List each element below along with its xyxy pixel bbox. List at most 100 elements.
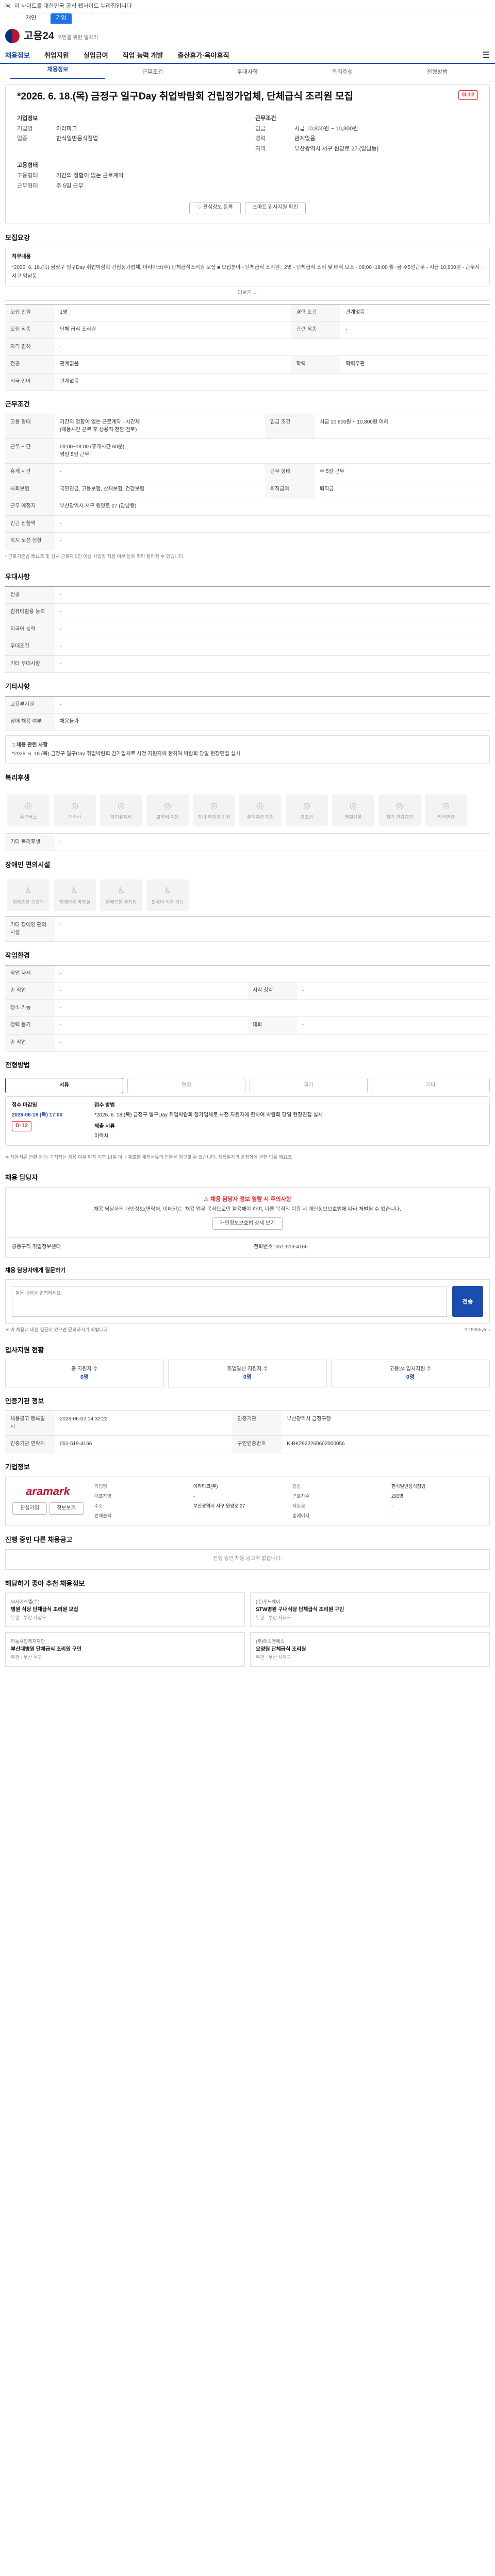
section-title: 채용 담당자 <box>5 1174 38 1182</box>
row-label: 모집 직종 <box>5 321 55 339</box>
stat-value: 0명 <box>80 1374 89 1380</box>
row-label: 기타 우대사항 <box>5 655 55 673</box>
interest-company-button[interactable]: 관심기업 <box>12 1502 47 1515</box>
welfare-label: 정기 건강검진 <box>386 814 414 820</box>
site-logo[interactable]: 고용24 국민을 위한 일자리 <box>24 29 98 44</box>
method-tab[interactable]: 면접 <box>127 1078 245 1094</box>
method-tab[interactable]: 기타 <box>372 1078 490 1094</box>
smart-apply-button[interactable]: 스마트 입사지원 확인 <box>244 201 306 214</box>
table-row: 우대조건 - <box>5 638 490 656</box>
rec-company: 씨지에스엘(주) <box>11 1599 40 1605</box>
info-value: - <box>193 1513 195 1518</box>
company-info-button[interactable]: 정보보기 <box>49 1502 84 1515</box>
method-tab[interactable]: 필기 <box>250 1078 368 1094</box>
table-row: 근무 시간 09:00~18:00 (휴게시간 60분) 평일 5일 근무 <box>5 438 490 464</box>
table-row: 손 작업 - <box>5 1034 490 1052</box>
row-value: - <box>297 1016 490 1035</box>
row-value: - <box>55 999 490 1018</box>
interest-button[interactable]: ♡ 관심정보 등록 <box>189 201 241 214</box>
nav-item[interactable]: 취업지원 <box>44 51 69 61</box>
recommend-item[interactable]: 하늘사랑복지재단 부산대병원 단체급식 조리원 구인 무관 · 부산 서구 <box>5 1632 245 1667</box>
row-label: 구인인증번호 <box>232 1435 282 1453</box>
row-value: - <box>55 621 490 639</box>
inquiry-input[interactable] <box>12 1286 447 1317</box>
info-value: - <box>193 1493 195 1499</box>
row-label: 시각 청각 <box>248 982 297 1000</box>
privacy-view-button[interactable]: 개인정보보호법 상세 보기 <box>212 1217 283 1230</box>
flag-icon: 🇰🇷 <box>4 3 11 9</box>
rec-company: (주)에스앤에스 <box>256 1639 285 1645</box>
menu-icon[interactable]: ☰ <box>483 49 490 61</box>
recommend-item[interactable]: (주)푸드웨어 STW병원 구내식당 단체급식 조리원 구인 무관 · 부산 사하구 <box>250 1592 490 1628</box>
main-nav: 채용정보 취업지원 실업급여 직업 능력 개발 출산휴가·육아휴직 ☰ <box>0 48 495 64</box>
tab-individual[interactable]: 개인 <box>21 13 41 24</box>
row-value: K-BK2922260602000056 <box>282 1435 490 1453</box>
section-tabs: 채용정보 근무조건 우대사항 복리후생 전형방법 <box>0 64 495 81</box>
recommend-item[interactable]: (주)에스앤에스 요양원 단체급식 조리원무관 · 부산 사하구 <box>250 1632 490 1667</box>
info-label: 연매출액 <box>94 1513 112 1518</box>
recommend-list: 씨지에스엘(주) 병원 식당 단체급식 조리원 모집 무관 · 부산 사상구 (주)푸… <box>5 1592 490 1667</box>
section-tab[interactable]: 복리후생 <box>295 69 390 77</box>
section-tab[interactable]: 우대사항 <box>200 69 295 77</box>
rec-title: 부산대병원 단체급식 조리원 구인 <box>11 1646 82 1652</box>
section-title: 전형방법 <box>5 1061 30 1070</box>
row-label: 손 작업 <box>5 982 55 1000</box>
info-label: 주소 <box>94 1503 103 1509</box>
welfare-label: 차량유지비 <box>110 814 132 820</box>
row-label: 자격 면허 <box>5 338 55 357</box>
table-row: 근무 예정지 부산광역시 서구 원양로 27 (암남동) <box>5 498 490 516</box>
row-value: - <box>55 965 490 983</box>
row-value: 1명 <box>55 304 291 322</box>
stat-item: 고용24 입사지원 수 0명 <box>331 1360 490 1388</box>
welfare-item: ◎ 교육비 지원 <box>146 794 189 826</box>
row-label: 근무 시간 <box>5 438 55 464</box>
nav-item[interactable]: 출산휴가·육아휴직 <box>178 51 229 61</box>
section-tab[interactable]: 근무조건 <box>105 69 200 77</box>
row-label: 외국 언어 <box>5 373 55 391</box>
section-tab[interactable]: 전형방법 <box>390 69 485 77</box>
info-value: - <box>391 1503 393 1509</box>
recruit-notice: □ 채용 관련 사항 *2026. 6. 18.(목) 금정구 일구Day 취업… <box>5 735 490 764</box>
table-row: 자격 면허 - <box>5 338 490 357</box>
welfare-label: 퇴직연금 <box>437 814 455 820</box>
section-title: 복리후생 <box>5 773 30 782</box>
recommend-item[interactable]: 씨지에스엘(주) 병원 식당 단체급식 조리원 모집 무관 · 부산 사상구 <box>5 1592 245 1628</box>
more-button[interactable]: 더보기 ⌄ <box>5 286 490 301</box>
rec-title: 요양원 단체급식 조리원 <box>256 1646 306 1652</box>
logo-icon[interactable] <box>5 29 20 43</box>
method-tab[interactable]: 서류 <box>5 1078 123 1094</box>
section-title: 인증기관 정보 <box>5 1397 44 1405</box>
facility-label: 장애인용 승강기 <box>12 900 44 905</box>
nav-item[interactable]: 채용정보 <box>5 51 30 61</box>
row-label: 근무 예정지 <box>5 498 55 516</box>
row-label: 모집 인원 <box>5 304 55 322</box>
welfare-icon: ◎ <box>257 801 264 810</box>
row-value: - <box>55 603 490 621</box>
nav-item[interactable]: 직업 능력 개발 <box>123 51 163 61</box>
section-title: 기업정보 <box>5 1463 30 1471</box>
welfare-item: ◎ 경조금 <box>286 794 328 826</box>
section-tab[interactable]: 채용정보 <box>10 66 105 79</box>
manager-box: ⚠ 채용 담당자 정보 열람 시 주의사항 채용 담당자의 개인정보(연락처, … <box>5 1187 490 1238</box>
table-row: 모집 직종 단체 급식 조리원 관련 직종 - <box>5 321 490 339</box>
accessibility-icon: ♿ <box>163 886 172 895</box>
submit-button[interactable]: 전송 <box>452 1286 483 1317</box>
info-value: 한식일반음식점업 <box>391 1483 426 1489</box>
facility-item: ♿ 휠체어 이동 가능 <box>146 879 189 912</box>
rec-meta: 무관 · 부산 서구 <box>11 1654 42 1660</box>
welfare-icon: ◎ <box>71 801 78 810</box>
row-label: 컴퓨터활용 능력 <box>5 603 55 621</box>
rec-meta: 무관 · 부산 사하구 <box>256 1654 291 1660</box>
row-label: 인근 전철역 <box>5 515 55 533</box>
info-value: 부산광역시 서구 원양로 27 <box>193 1503 245 1509</box>
row-value: - <box>297 982 490 1000</box>
row-label: 고용부지원 <box>5 696 55 714</box>
tab-company[interactable]: 기업 <box>51 13 72 24</box>
nav-item[interactable]: 실업급여 <box>84 51 108 61</box>
info-label: 홈페이지 <box>292 1513 310 1518</box>
facility-item: ♿ 장애인용 주차장 <box>100 879 142 912</box>
welfare-item: ◎ 차량유지비 <box>100 794 142 826</box>
table-row: 휴게 시간 - 근무 형태 주 5일 근무 <box>5 463 490 481</box>
rec-company: (주)푸드웨어 <box>256 1599 280 1605</box>
row-value: - <box>55 463 265 481</box>
